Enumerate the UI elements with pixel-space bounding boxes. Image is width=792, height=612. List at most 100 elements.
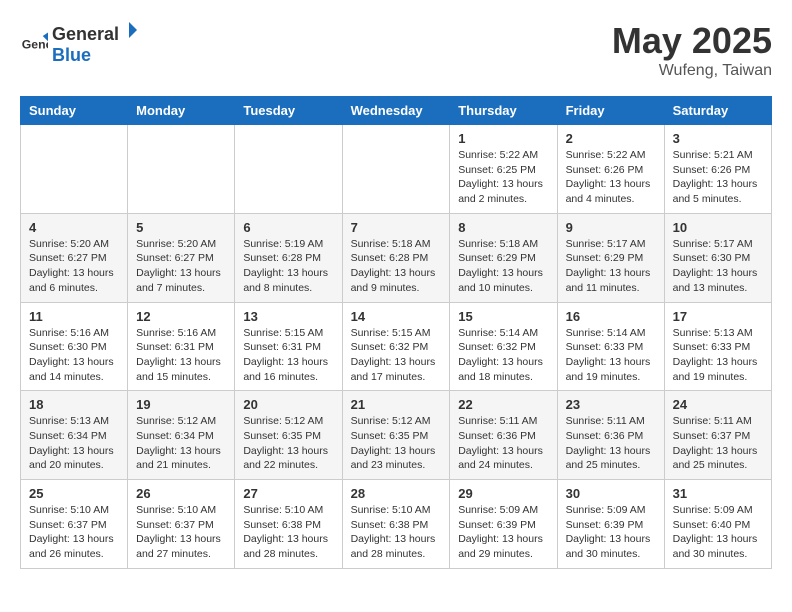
calendar-cell: 11 Sunrise: 5:16 AM Sunset: 6:30 PM Dayli… [21, 302, 128, 391]
day-info: Sunrise: 5:14 AM Sunset: 6:32 PM Dayligh… [458, 326, 548, 385]
weekday-header: Sunday [21, 97, 128, 125]
day-info: Sunrise: 5:11 AM Sunset: 6:36 PM Dayligh… [566, 414, 656, 473]
day-number: 11 [29, 309, 119, 324]
svg-text:General: General [22, 37, 48, 51]
calendar-cell: 15 Sunrise: 5:14 AM Sunset: 6:32 PM Dayli… [450, 302, 557, 391]
calendar-week-row: 11 Sunrise: 5:16 AM Sunset: 6:30 PM Dayli… [21, 302, 772, 391]
day-info: Sunrise: 5:18 AM Sunset: 6:28 PM Dayligh… [351, 237, 442, 296]
calendar-week-row: 18 Sunrise: 5:13 AM Sunset: 6:34 PM Dayli… [21, 391, 772, 480]
calendar-week-row: 1 Sunrise: 5:22 AM Sunset: 6:25 PM Daylig… [21, 125, 772, 214]
day-number: 6 [243, 220, 333, 235]
calendar-cell: 17Sunrise: 5:13 AM Sunset: 6:33 PM Dayli… [664, 302, 771, 391]
day-number: 8 [458, 220, 548, 235]
calendar-cell: 1 Sunrise: 5:22 AM Sunset: 6:25 PM Daylig… [450, 125, 557, 214]
calendar-cell: 19Sunrise: 5:12 AM Sunset: 6:34 PM Dayli… [128, 391, 235, 480]
day-number: 23 [566, 397, 656, 412]
day-number: 15 [458, 309, 548, 324]
title-area: May 2025 Wufeng, Taiwan [612, 20, 772, 80]
day-info: Sunrise: 5:20 AM Sunset: 6:27 PM Dayligh… [29, 237, 119, 296]
calendar-cell: 13 Sunrise: 5:15 AM Sunset: 6:31 PM Dayli… [235, 302, 342, 391]
day-info: Sunrise: 5:09 AM Sunset: 6:40 PM Dayligh… [673, 503, 763, 562]
day-info: Sunrise: 5:16 AM Sunset: 6:31 PM Dayligh… [136, 326, 226, 385]
calendar-title: May 2025 [612, 20, 772, 62]
day-number: 1 [458, 131, 548, 146]
logo-general-text: General [52, 24, 119, 45]
day-number: 2 [566, 131, 656, 146]
calendar-cell [21, 125, 128, 214]
day-number: 12 [136, 309, 226, 324]
calendar-cell: 26 Sunrise: 5:10 AM Sunset: 6:37 PM Dayli… [128, 480, 235, 569]
day-number: 28 [351, 486, 442, 501]
header: General General Blue May 2025 Wufeng, Ta… [20, 20, 772, 80]
day-number: 26 [136, 486, 226, 501]
day-info: Sunrise: 5:10 AM Sunset: 6:37 PM Dayligh… [136, 503, 226, 562]
calendar-cell: 3 Sunrise: 5:21 AM Sunset: 6:26 PM Daylig… [664, 125, 771, 214]
calendar-cell: 10 Sunrise: 5:17 AM Sunset: 6:30 PM Dayli… [664, 213, 771, 302]
day-number: 3 [673, 131, 763, 146]
day-info: Sunrise: 5:17 AM Sunset: 6:30 PM Dayligh… [673, 237, 763, 296]
calendar-cell: 24 Sunrise: 5:11 AM Sunset: 6:37 PM Dayli… [664, 391, 771, 480]
calendar-cell: 6 Sunrise: 5:19 AM Sunset: 6:28 PM Daylig… [235, 213, 342, 302]
calendar-cell: 2 Sunrise: 5:22 AM Sunset: 6:26 PM Daylig… [557, 125, 664, 214]
calendar-cell: 28Sunrise: 5:10 AM Sunset: 6:38 PM Dayli… [342, 480, 450, 569]
calendar-cell: 29 Sunrise: 5:09 AM Sunset: 6:39 PM Dayli… [450, 480, 557, 569]
day-number: 18 [29, 397, 119, 412]
calendar-cell: 23 Sunrise: 5:11 AM Sunset: 6:36 PM Dayli… [557, 391, 664, 480]
day-info: Sunrise: 5:12 AM Sunset: 6:34 PM Dayligh… [136, 414, 226, 473]
day-number: 13 [243, 309, 333, 324]
calendar-cell: 31 Sunrise: 5:09 AM Sunset: 6:40 PM Dayli… [664, 480, 771, 569]
day-info: Sunrise: 5:09 AM Sunset: 6:39 PM Dayligh… [458, 503, 548, 562]
calendar-cell: 22Sunrise: 5:11 AM Sunset: 6:36 PM Dayli… [450, 391, 557, 480]
weekday-header: Friday [557, 97, 664, 125]
calendar-cell: 4Sunrise: 5:20 AM Sunset: 6:27 PM Daylig… [21, 213, 128, 302]
day-info: Sunrise: 5:19 AM Sunset: 6:28 PM Dayligh… [243, 237, 333, 296]
day-number: 27 [243, 486, 333, 501]
weekday-header-row: SundayMondayTuesdayWednesdayThursdayFrid… [21, 97, 772, 125]
calendar-cell [342, 125, 450, 214]
logo-icon: General [20, 29, 48, 57]
weekday-header: Monday [128, 97, 235, 125]
day-number: 21 [351, 397, 442, 412]
day-number: 25 [29, 486, 119, 501]
calendar-cell [235, 125, 342, 214]
calendar-cell: 16 Sunrise: 5:14 AM Sunset: 6:33 PM Dayli… [557, 302, 664, 391]
day-number: 5 [136, 220, 226, 235]
calendar-cell: 14 Sunrise: 5:15 AM Sunset: 6:32 PM Dayli… [342, 302, 450, 391]
day-info: Sunrise: 5:21 AM Sunset: 6:26 PM Dayligh… [673, 148, 763, 207]
day-number: 31 [673, 486, 763, 501]
calendar-table: SundayMondayTuesdayWednesdayThursdayFrid… [20, 96, 772, 569]
day-info: Sunrise: 5:13 AM Sunset: 6:33 PM Dayligh… [673, 326, 763, 385]
day-number: 14 [351, 309, 442, 324]
day-number: 20 [243, 397, 333, 412]
day-info: Sunrise: 5:10 AM Sunset: 6:38 PM Dayligh… [243, 503, 333, 562]
day-number: 30 [566, 486, 656, 501]
weekday-header: Saturday [664, 97, 771, 125]
calendar-cell: 8Sunrise: 5:18 AM Sunset: 6:29 PM Daylig… [450, 213, 557, 302]
calendar-cell: 12 Sunrise: 5:16 AM Sunset: 6:31 PM Dayli… [128, 302, 235, 391]
day-info: Sunrise: 5:15 AM Sunset: 6:32 PM Dayligh… [351, 326, 442, 385]
weekday-header: Thursday [450, 97, 557, 125]
day-info: Sunrise: 5:14 AM Sunset: 6:33 PM Dayligh… [566, 326, 656, 385]
day-number: 22 [458, 397, 548, 412]
day-info: Sunrise: 5:16 AM Sunset: 6:30 PM Dayligh… [29, 326, 119, 385]
day-number: 29 [458, 486, 548, 501]
calendar-week-row: 25 Sunrise: 5:10 AM Sunset: 6:37 PM Dayli… [21, 480, 772, 569]
day-number: 10 [673, 220, 763, 235]
day-info: Sunrise: 5:12 AM Sunset: 6:35 PM Dayligh… [243, 414, 333, 473]
day-info: Sunrise: 5:09 AM Sunset: 6:39 PM Dayligh… [566, 503, 656, 562]
day-number: 16 [566, 309, 656, 324]
day-info: Sunrise: 5:11 AM Sunset: 6:37 PM Dayligh… [673, 414, 763, 473]
calendar-cell: 5 Sunrise: 5:20 AM Sunset: 6:27 PM Daylig… [128, 213, 235, 302]
calendar-cell: 9Sunrise: 5:17 AM Sunset: 6:29 PM Daylig… [557, 213, 664, 302]
day-info: Sunrise: 5:22 AM Sunset: 6:25 PM Dayligh… [458, 148, 548, 207]
logo: General General Blue [20, 20, 139, 66]
calendar-cell: 7Sunrise: 5:18 AM Sunset: 6:28 PM Daylig… [342, 213, 450, 302]
day-info: Sunrise: 5:13 AM Sunset: 6:34 PM Dayligh… [29, 414, 119, 473]
day-info: Sunrise: 5:15 AM Sunset: 6:31 PM Dayligh… [243, 326, 333, 385]
calendar-cell: 21Sunrise: 5:12 AM Sunset: 6:35 PM Dayli… [342, 391, 450, 480]
day-info: Sunrise: 5:22 AM Sunset: 6:26 PM Dayligh… [566, 148, 656, 207]
calendar-cell: 27 Sunrise: 5:10 AM Sunset: 6:38 PM Dayli… [235, 480, 342, 569]
day-number: 24 [673, 397, 763, 412]
day-info: Sunrise: 5:20 AM Sunset: 6:27 PM Dayligh… [136, 237, 226, 296]
weekday-header: Tuesday [235, 97, 342, 125]
